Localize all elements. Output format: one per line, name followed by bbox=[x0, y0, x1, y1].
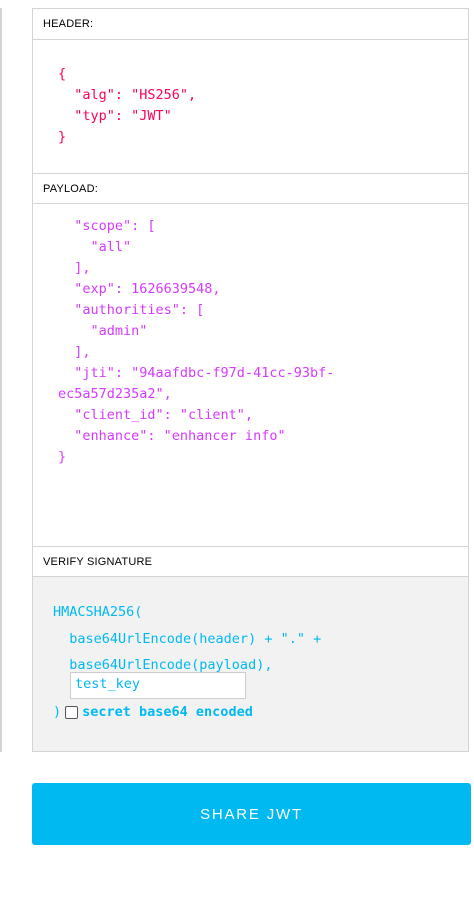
payload-section-title: PAYLOAD: bbox=[33, 173, 468, 204]
secret-base64-label[interactable]: secret base64 encoded bbox=[82, 704, 253, 720]
signature-formula: HMACSHA256( base64UrlEncode(header) + ".… bbox=[53, 604, 322, 673]
secret-input[interactable]: test_key bbox=[70, 672, 246, 699]
share-jwt-button[interactable]: SHARE JWT bbox=[32, 783, 471, 845]
decoded-panel: HEADER: { "alg": "HS256", "typ": "JWT" }… bbox=[32, 8, 469, 752]
verify-signature-box: HMACSHA256( base64UrlEncode(header) + ".… bbox=[33, 577, 468, 751]
header-editor[interactable]: { "alg": "HS256", "typ": "JWT" } bbox=[33, 40, 468, 173]
header-section-title: HEADER: bbox=[33, 9, 468, 40]
secret-base64-checkbox[interactable] bbox=[65, 705, 79, 719]
closing-paren: ) bbox=[53, 704, 62, 720]
left-panel-edge bbox=[0, 8, 2, 752]
verify-section-title: VERIFY SIGNATURE bbox=[33, 546, 468, 577]
header-json[interactable]: { "alg": "HS256", "typ": "JWT" } bbox=[58, 64, 468, 148]
secret-options-row: ) secret base64 encoded bbox=[53, 704, 253, 720]
payload-editor[interactable]: "scope": [ "all" ], "exp": 1626639548, "… bbox=[33, 204, 468, 546]
payload-json[interactable]: "scope": [ "all" ], "exp": 1626639548, "… bbox=[58, 216, 468, 468]
